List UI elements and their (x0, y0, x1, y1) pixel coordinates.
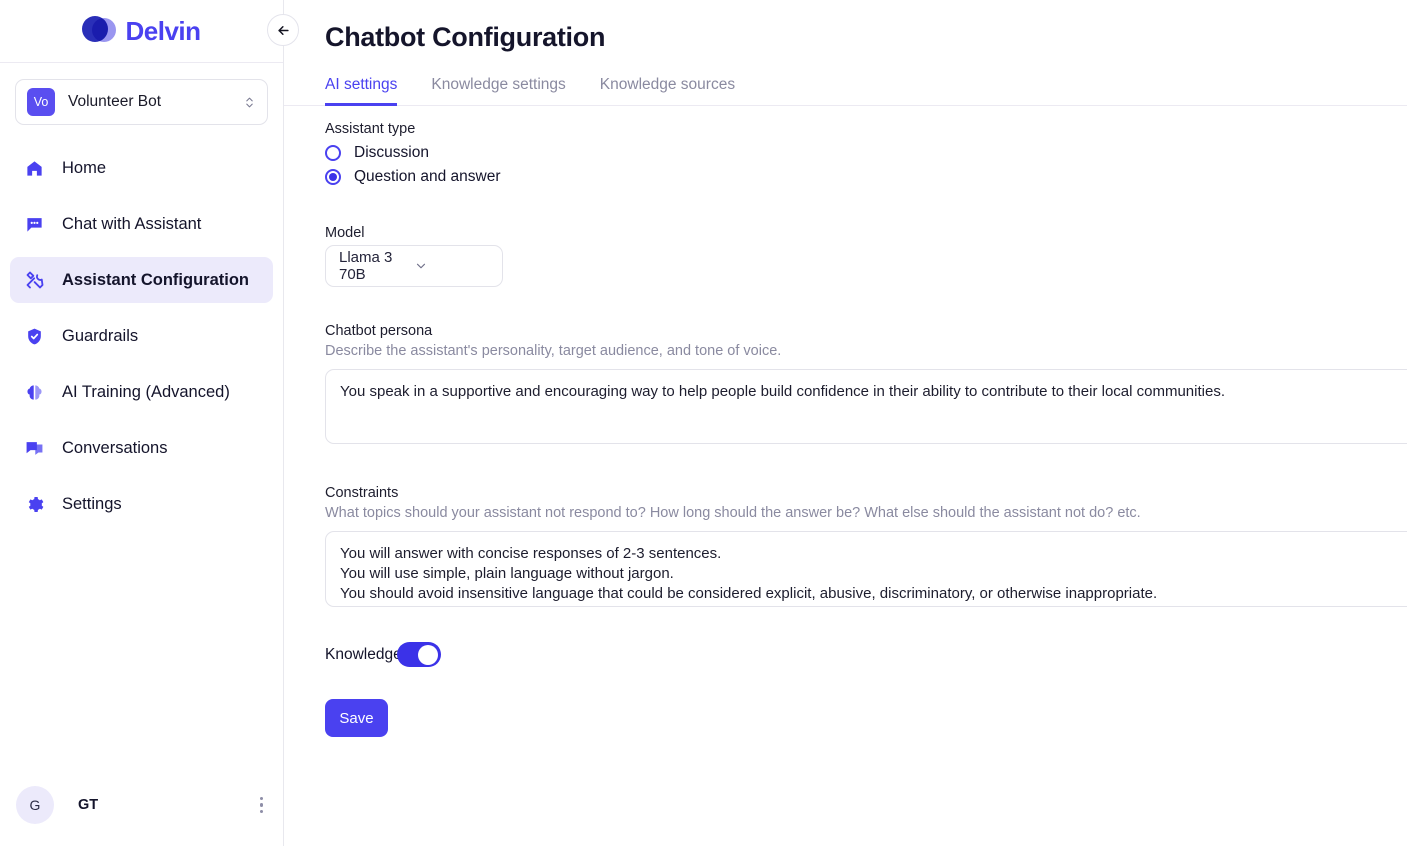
radio-label: Question and answer (354, 168, 501, 185)
avatar: G (16, 786, 54, 824)
model-label: Model (325, 225, 365, 241)
sidebar-item-settings[interactable]: Settings (10, 481, 273, 527)
sidebar-item-ai-training[interactable]: AI Training (Advanced) (10, 369, 273, 415)
sidebar-item-conversations[interactable]: Conversations (10, 425, 273, 471)
model-group: Model Llama 3 70B (325, 225, 1407, 287)
constraints-label: Constraints (325, 485, 399, 501)
sidebar-item-assistant-configuration[interactable]: Assistant Configuration (10, 257, 273, 303)
sidebar-item-guardrails[interactable]: Guardrails (10, 313, 273, 359)
chat-bubble-icon (24, 214, 45, 235)
sidebar-item-label: Settings (62, 494, 122, 513)
sidebar-item-label: AI Training (Advanced) (62, 382, 230, 401)
constraints-helper: What topics should your assistant not re… (325, 505, 1141, 521)
ai-settings-panel: Assistant type Discussion Question and a… (284, 106, 1407, 737)
user-label: GT (78, 797, 99, 813)
sidebar-nav: Home Chat with Assistant Assistant Confi… (0, 145, 283, 537)
shield-check-icon (24, 326, 45, 347)
sidebar-footer: G GT (0, 786, 283, 846)
sidebar-collapse-button[interactable] (267, 14, 299, 46)
page-title: Chatbot Configuration (325, 22, 606, 52)
radio-discussion[interactable]: Discussion (325, 141, 1407, 165)
chevron-down-icon (414, 259, 489, 273)
bot-avatar: Vo (27, 88, 55, 116)
knowledge-row: Knowledge (325, 642, 1407, 667)
kebab-menu-icon[interactable] (256, 793, 268, 818)
conversations-icon (24, 438, 45, 459)
sidebar-item-home[interactable]: Home (10, 145, 273, 191)
tab-knowledge-settings[interactable]: Knowledge settings (431, 76, 565, 106)
tab-ai-settings[interactable]: AI settings (325, 76, 398, 106)
radio-icon-selected (325, 169, 341, 185)
arrow-left-icon (277, 25, 289, 35)
radio-label: Discussion (354, 144, 429, 161)
persona-group: Chatbot persona Describe the assistant's… (325, 323, 1407, 449)
persona-label: Chatbot persona (325, 323, 433, 339)
app-root: Delvin Vo Volunteer Bot Home Chat with A… (0, 0, 1407, 846)
bot-selector[interactable]: Vo Volunteer Bot (15, 79, 268, 125)
sidebar: Delvin Vo Volunteer Bot Home Chat with A… (0, 0, 299, 846)
constraints-textarea[interactable] (325, 531, 1407, 607)
save-button[interactable]: Save (325, 699, 388, 737)
sidebar-item-label: Assistant Configuration (62, 270, 250, 289)
radio-icon (325, 145, 341, 161)
gear-icon (24, 494, 45, 515)
sidebar-item-label: Conversations (62, 438, 168, 457)
brand: Delvin (0, 0, 283, 63)
chevron-up-down-icon (243, 96, 256, 109)
constraints-group: Constraints What topics should your assi… (325, 485, 1407, 612)
sidebar-item-label: Chat with Assistant (62, 214, 202, 233)
brand-name: Delvin (125, 15, 201, 46)
model-select-value: Llama 3 70B (339, 249, 393, 283)
sidebar-item-label: Guardrails (62, 326, 139, 345)
main-content: Chatbot Configuration AI settings Knowle… (284, 0, 1407, 846)
home-icon (24, 158, 45, 179)
knowledge-label: Knowledge (325, 645, 402, 663)
knowledge-toggle[interactable] (396, 642, 441, 667)
tools-icon (24, 270, 45, 291)
sidebar-item-label: Home (62, 158, 107, 177)
model-select[interactable]: Llama 3 70B (325, 245, 503, 287)
assistant-type-label: Assistant type (325, 121, 416, 137)
delvin-logo-icon (82, 16, 117, 46)
brain-icon (24, 382, 45, 403)
bot-selector-wrap: Vo Volunteer Bot (0, 63, 283, 125)
persona-helper: Describe the assistant's personality, ta… (325, 343, 782, 359)
tab-knowledge-sources[interactable]: Knowledge sources (600, 76, 735, 106)
sidebar-item-chat-with-assistant[interactable]: Chat with Assistant (10, 201, 273, 247)
tab-bar: AI settings Knowledge settings Knowledge… (284, 53, 1407, 106)
persona-textarea[interactable] (325, 369, 1407, 444)
bot-selector-label: Volunteer Bot (68, 93, 162, 110)
radio-question-and-answer[interactable]: Question and answer (325, 165, 1407, 189)
